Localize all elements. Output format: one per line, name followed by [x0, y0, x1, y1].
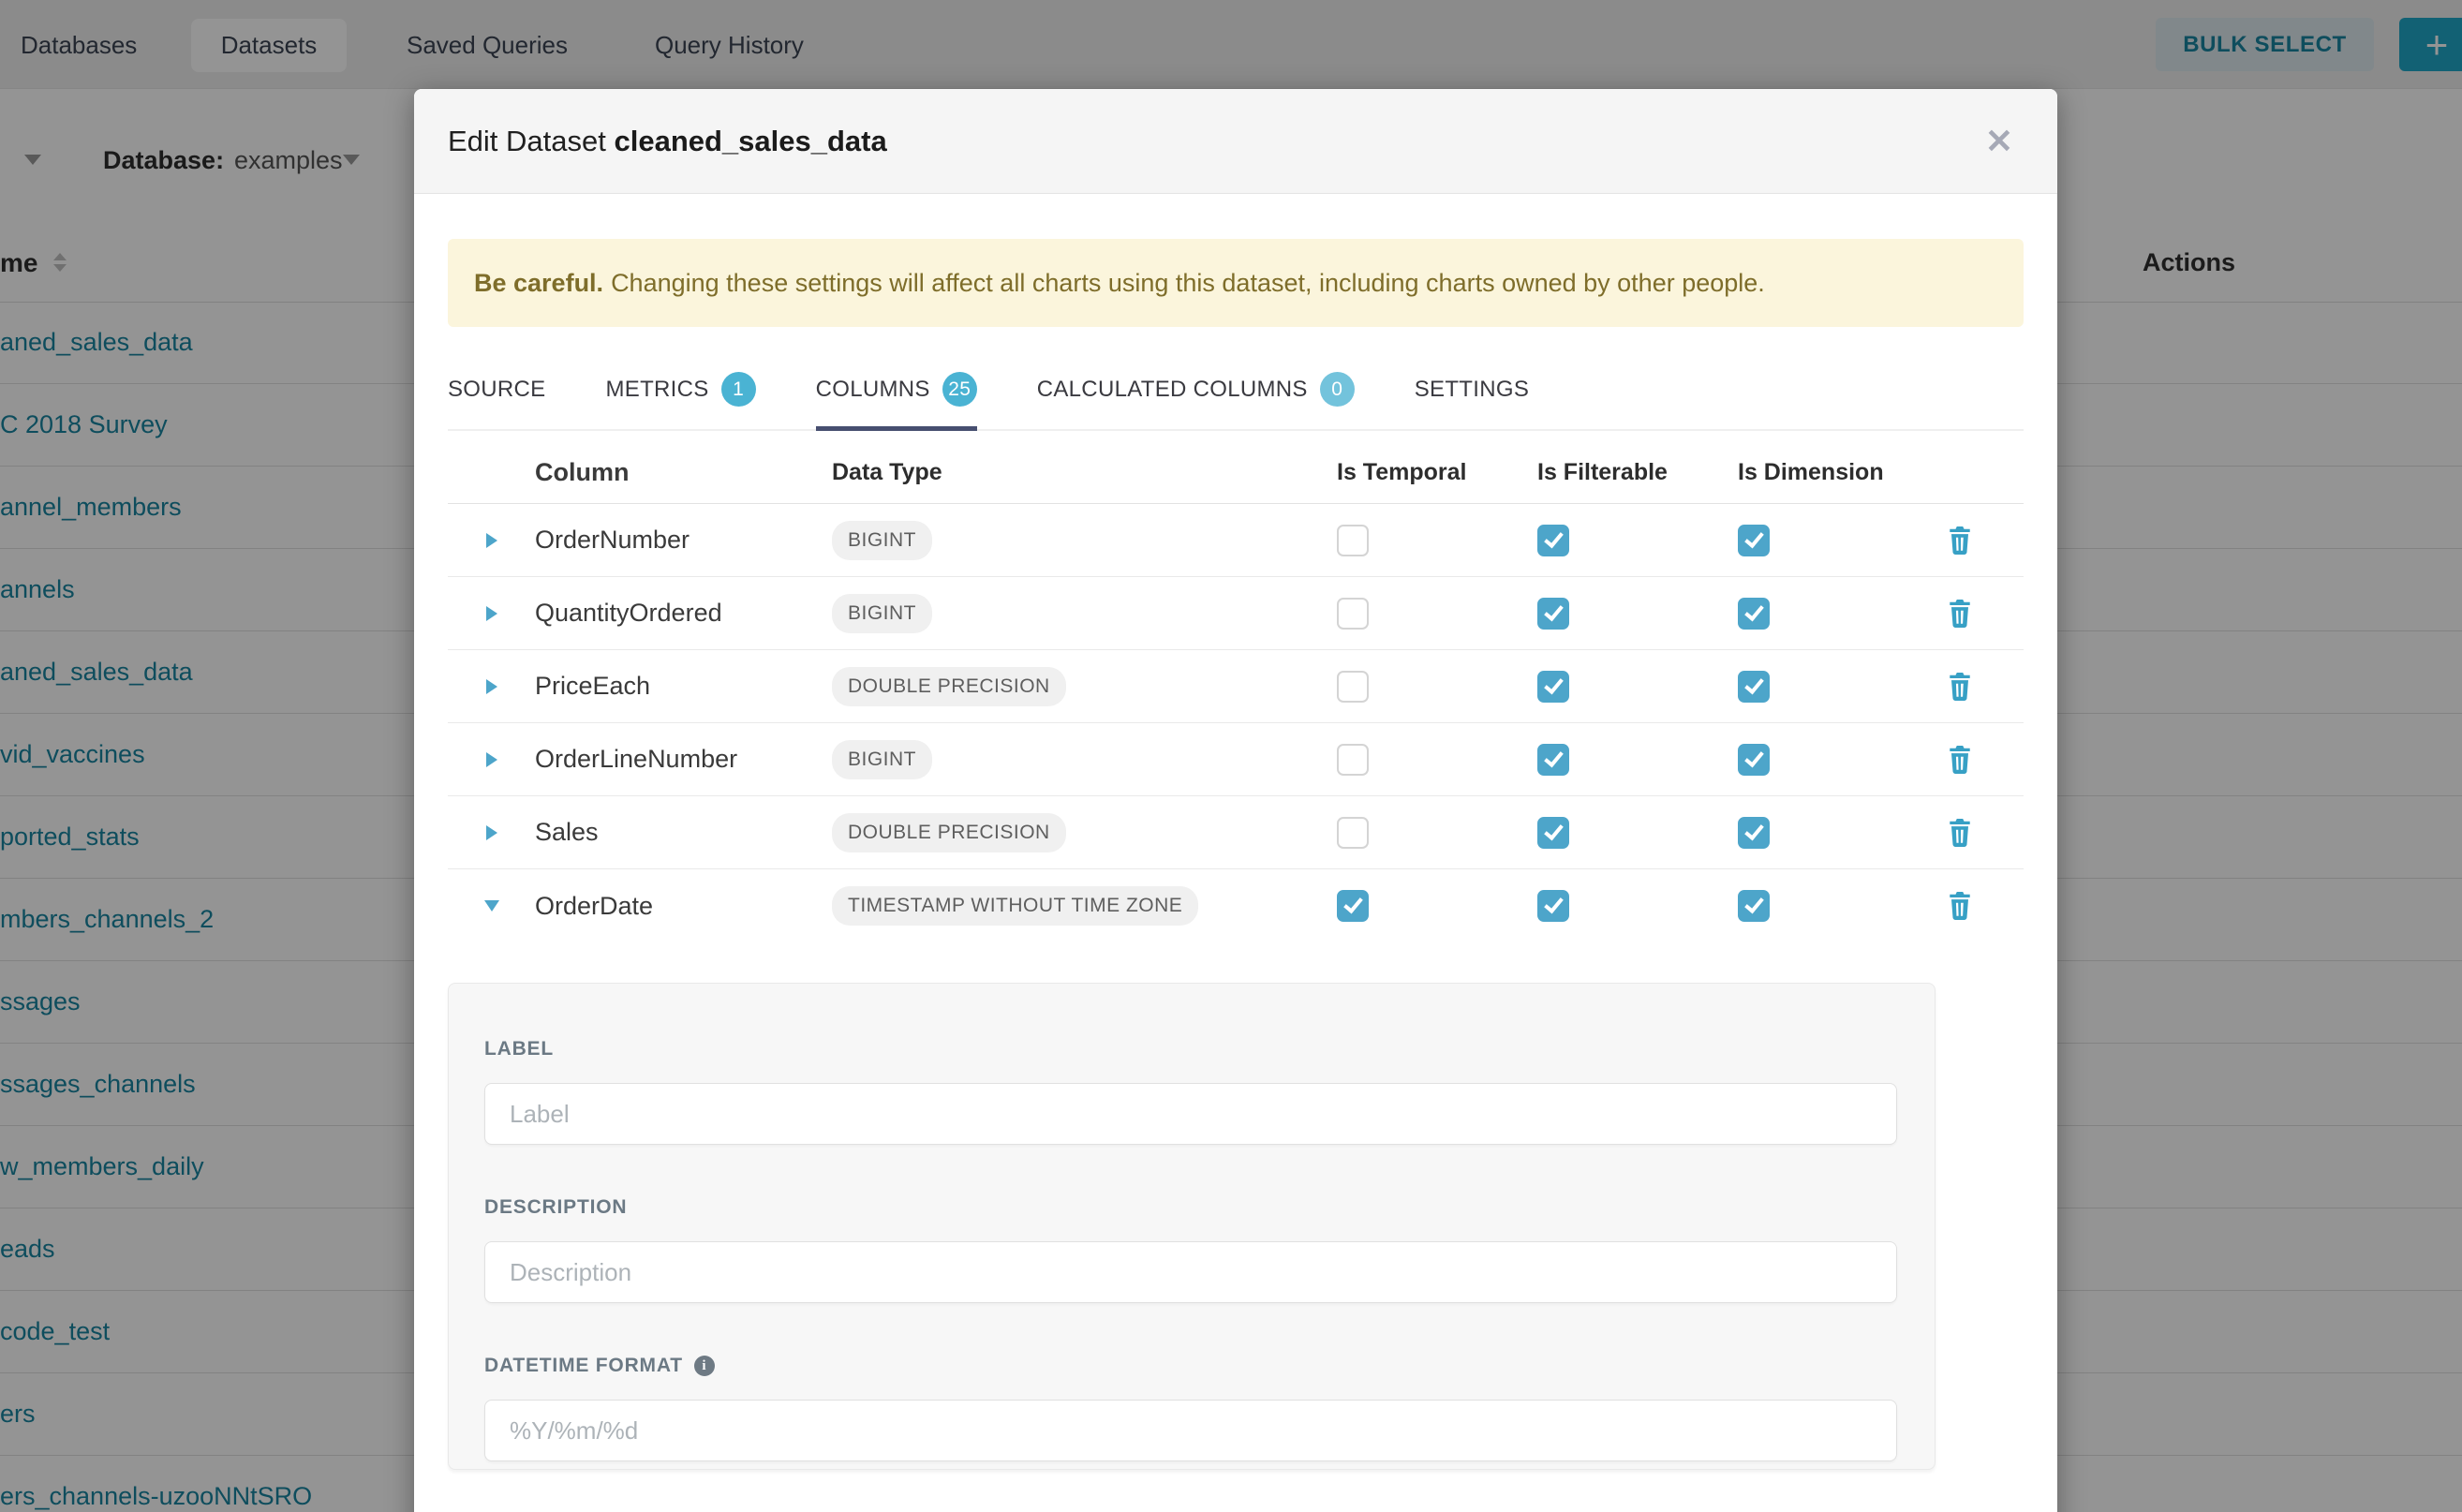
- column-row: SalesDOUBLE PRECISION: [448, 796, 2024, 869]
- datetime-format-field: DATETIME FORMAT i: [484, 1355, 1897, 1461]
- is-filterable-checkbox-checked[interactable]: [1537, 598, 1569, 630]
- tab-calculated-columns[interactable]: CALCULATED COLUMNS 0: [1037, 359, 1355, 429]
- is-temporal-checkbox-unchecked[interactable]: [1337, 671, 1369, 703]
- is-dimension-header: Is Dimension: [1738, 459, 1938, 486]
- data-type-pill: DOUBLE PRECISION: [832, 667, 1066, 706]
- column-row: QuantityOrderedBIGINT: [448, 577, 2024, 650]
- delete-column-trash-icon[interactable]: [1948, 819, 1972, 847]
- is-dimension-checkbox-checked[interactable]: [1738, 671, 1770, 703]
- is-temporal-checkbox-unchecked[interactable]: [1337, 817, 1369, 849]
- column-name: OrderDate: [535, 892, 832, 921]
- datetime-format-input[interactable]: [484, 1400, 1897, 1461]
- modal-tabs: SOURCE METRICS 1 COLUMNS 25 CALCULATED COLUMN…: [448, 359, 2024, 431]
- label-input[interactable]: [484, 1083, 1897, 1145]
- delete-column-trash-icon[interactable]: [1948, 892, 1972, 920]
- column-name: QuantityOrdered: [535, 599, 832, 628]
- data-type-header: Data Type: [832, 459, 1337, 486]
- column-detail-panel: LABEL DESCRIPTION DATETIME FORMAT i: [448, 983, 1935, 1470]
- is-filterable-checkbox-checked[interactable]: [1537, 525, 1569, 556]
- is-temporal-header: Is Temporal: [1337, 459, 1537, 486]
- modal-body: Be careful. Changing these settings will…: [414, 194, 2057, 1470]
- columns-table: Column Data Type Is Temporal Is Filterab…: [448, 442, 2024, 942]
- description-field: DESCRIPTION: [484, 1196, 1897, 1303]
- tab-label: SOURCE: [448, 377, 545, 403]
- columns-table-header: Column Data Type Is Temporal Is Filterab…: [448, 442, 2024, 504]
- warning-text: Changing these settings will affect all …: [611, 269, 1765, 298]
- tab-count-badge: 0: [1320, 372, 1355, 407]
- label-field: LABEL: [484, 1038, 1897, 1145]
- warning-banner: Be careful. Changing these settings will…: [448, 239, 2024, 327]
- column-header: Column: [535, 458, 832, 487]
- delete-column-trash-icon[interactable]: [1948, 673, 1972, 701]
- data-type-pill: BIGINT: [832, 521, 932, 560]
- delete-column-trash-icon[interactable]: [1948, 526, 1972, 555]
- tab-count-badge: 25: [942, 372, 977, 407]
- tab-label: METRICS: [605, 377, 708, 403]
- tab-metrics[interactable]: METRICS 1: [605, 359, 755, 429]
- is-filterable-checkbox-checked[interactable]: [1537, 671, 1569, 703]
- is-dimension-checkbox-checked[interactable]: [1738, 817, 1770, 849]
- data-type-pill: BIGINT: [832, 594, 932, 633]
- tab-label: CALCULATED COLUMNS: [1037, 377, 1308, 403]
- tab-source[interactable]: SOURCE: [448, 359, 545, 429]
- collapse-caret-icon[interactable]: [484, 900, 499, 912]
- column-name: OrderNumber: [535, 526, 832, 555]
- is-filterable-checkbox-checked[interactable]: [1537, 744, 1569, 776]
- expand-caret-icon[interactable]: [486, 679, 497, 694]
- column-row: PriceEachDOUBLE PRECISION: [448, 650, 2024, 723]
- data-type-pill: BIGINT: [832, 740, 932, 779]
- modal-title: Edit Dataset cleaned_sales_data: [448, 125, 887, 158]
- data-type-pill: DOUBLE PRECISION: [832, 813, 1066, 852]
- dataset-name: cleaned_sales_data: [614, 125, 886, 157]
- is-temporal-checkbox-unchecked[interactable]: [1337, 525, 1369, 556]
- info-icon[interactable]: i: [694, 1356, 715, 1376]
- tab-settings[interactable]: SETTINGS: [1415, 359, 1529, 429]
- is-filterable-checkbox-checked[interactable]: [1537, 817, 1569, 849]
- is-dimension-checkbox-checked[interactable]: [1738, 525, 1770, 556]
- is-dimension-checkbox-checked[interactable]: [1738, 744, 1770, 776]
- description-input[interactable]: [484, 1241, 1897, 1303]
- modal-header: Edit Dataset cleaned_sales_data ✕: [414, 89, 2057, 194]
- is-dimension-checkbox-checked[interactable]: [1738, 598, 1770, 630]
- description-field-label: DESCRIPTION: [484, 1196, 1897, 1219]
- delete-column-trash-icon[interactable]: [1948, 600, 1972, 628]
- expand-caret-icon[interactable]: [486, 606, 497, 621]
- is-filterable-checkbox-checked[interactable]: [1537, 890, 1569, 922]
- delete-column-trash-icon[interactable]: [1948, 746, 1972, 774]
- column-row: OrderLineNumberBIGINT: [448, 723, 2024, 796]
- screen: Databases Datasets Saved Queries Query H…: [0, 0, 2462, 1512]
- column-row: OrderDateTIMESTAMP WITHOUT TIME ZONE: [448, 869, 2024, 942]
- datetime-format-field-label: DATETIME FORMAT i: [484, 1355, 1897, 1377]
- warning-bold-text: Be careful.: [474, 269, 603, 298]
- tab-label: COLUMNS: [816, 377, 930, 403]
- is-temporal-checkbox-unchecked[interactable]: [1337, 598, 1369, 630]
- column-row: OrderNumberBIGINT: [448, 504, 2024, 577]
- tab-label: SETTINGS: [1415, 377, 1529, 403]
- label-field-label: LABEL: [484, 1038, 1897, 1060]
- column-name: Sales: [535, 818, 832, 847]
- column-name: OrderLineNumber: [535, 745, 832, 774]
- expand-caret-icon[interactable]: [486, 533, 497, 548]
- is-dimension-checkbox-checked[interactable]: [1738, 890, 1770, 922]
- tab-count-badge: 1: [721, 372, 756, 407]
- is-temporal-checkbox-checked[interactable]: [1337, 890, 1369, 922]
- expand-caret-icon[interactable]: [486, 752, 497, 767]
- column-name: PriceEach: [535, 672, 832, 701]
- data-type-pill: TIMESTAMP WITHOUT TIME ZONE: [832, 886, 1198, 926]
- expand-caret-icon[interactable]: [486, 825, 497, 840]
- tab-columns[interactable]: COLUMNS 25: [816, 359, 977, 429]
- is-temporal-checkbox-unchecked[interactable]: [1337, 744, 1369, 776]
- edit-dataset-modal: Edit Dataset cleaned_sales_data ✕ Be car…: [414, 89, 2057, 1512]
- close-icon[interactable]: ✕: [1977, 119, 2022, 164]
- is-filterable-header: Is Filterable: [1537, 459, 1738, 486]
